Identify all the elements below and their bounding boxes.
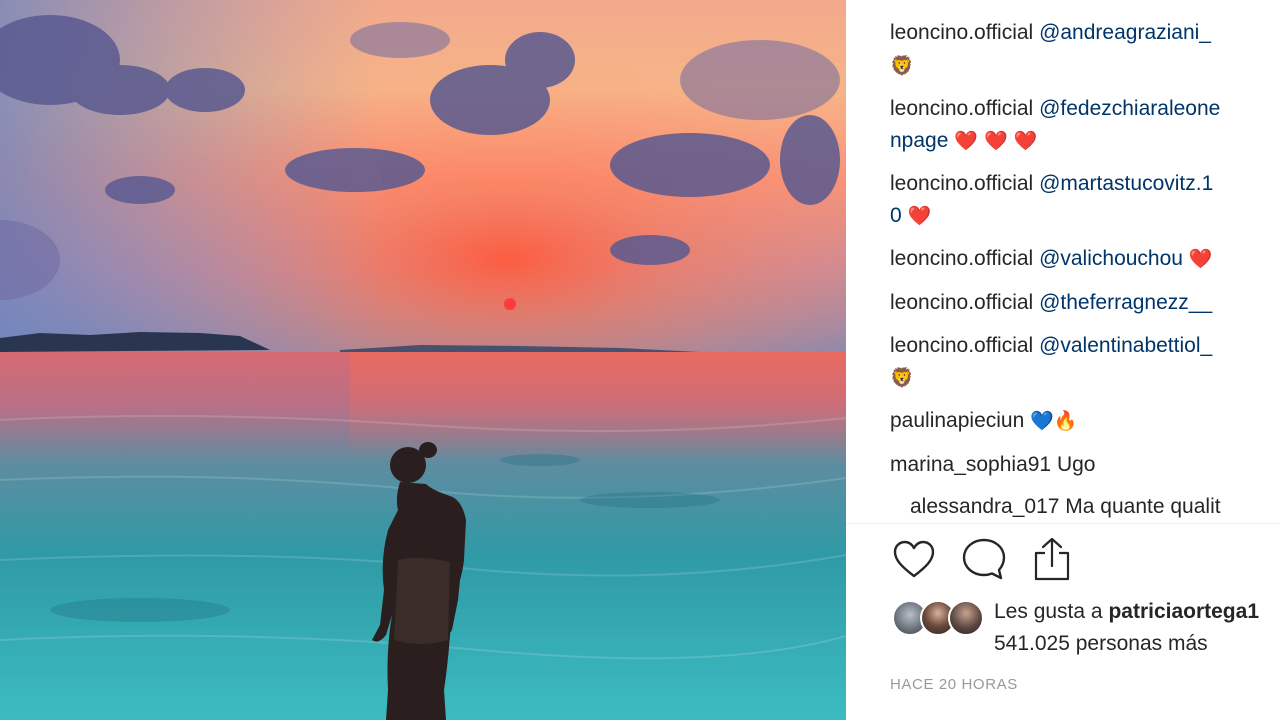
likes-prefix: Les gusta a: [994, 600, 1103, 623]
comment: paulinapieciun 💙🔥: [890, 405, 1077, 437]
heart-icon: [893, 540, 935, 578]
heart-emoji-icon: ❤️: [1188, 248, 1213, 270]
sunset-photo-image: [0, 0, 846, 720]
comment: leoncino.official @valichouchou ❤️: [890, 243, 1212, 275]
likes-text: Les gusta a patriciaortega1: [994, 598, 1259, 626]
likes-count[interactable]: 541.025 personas más: [994, 630, 1208, 658]
section-divider: [846, 523, 1280, 524]
comment-mention-continuation[interactable]: npage: [890, 129, 948, 152]
comment: leoncino.official @theferragnezz__: [890, 287, 1212, 319]
comment-username[interactable]: paulinapieciun: [890, 409, 1024, 432]
comment-username[interactable]: leoncino.official: [890, 291, 1033, 314]
comment-username[interactable]: leoncino.official: [890, 97, 1033, 120]
comments-panel: leoncino.official @andreagraziani_ 🦁 leo…: [846, 0, 1280, 720]
comment: leoncino.official @andreagraziani_: [890, 17, 1211, 49]
comment: alessandra_017 Ma quante qualit: [910, 491, 1221, 523]
post-timestamp[interactable]: HACE 20 HORAS: [890, 676, 1018, 693]
comment-continuation: 🦁: [890, 362, 914, 394]
comment-username[interactable]: leoncino.official: [890, 172, 1033, 195]
post-actions: [890, 535, 1270, 585]
comment-continuation: 🦁: [890, 50, 914, 82]
comment: leoncino.official @valentinabettiol_: [890, 330, 1212, 362]
lion-emoji-icon: 🦁: [890, 55, 914, 77]
comment-mention-continuation[interactable]: 0: [890, 204, 902, 227]
comment: leoncino.official @martastucovitz.1: [890, 168, 1213, 200]
comment-button[interactable]: [960, 535, 1008, 583]
comment-text: Ugo: [1056, 453, 1096, 476]
blue-heart-fire-emoji-icon: 💙🔥: [1030, 410, 1078, 432]
comment-mention[interactable]: @martastucovitz.1: [1039, 172, 1213, 195]
comment-continuation: npage ❤️ ❤️ ❤️: [890, 125, 1037, 157]
comment-continuation: 0 ❤️: [890, 200, 931, 232]
heart-emoji-icon: ❤️ ❤️ ❤️: [954, 130, 1038, 152]
comment-mention[interactable]: @valichouchou: [1039, 247, 1183, 270]
like-button[interactable]: [890, 535, 938, 583]
lion-emoji-icon: 🦁: [890, 367, 914, 389]
post-photo[interactable]: [0, 0, 846, 720]
comment-mention[interactable]: @theferragnezz__: [1039, 291, 1212, 314]
comment: leoncino.official @fedezchiaraleone: [890, 93, 1220, 125]
liker-username[interactable]: patriciaortega1: [1108, 600, 1259, 623]
share-icon: [1034, 537, 1070, 581]
comment-username[interactable]: alessandra_017: [910, 495, 1059, 518]
comment-username[interactable]: leoncino.official: [890, 334, 1033, 357]
liker-avatars: [892, 600, 988, 636]
avatar[interactable]: [948, 600, 984, 636]
comment-mention[interactable]: @andreagraziani_: [1039, 21, 1211, 44]
post-view: leoncino.official @andreagraziani_ 🦁 leo…: [0, 0, 1280, 720]
comment: marina_sophia91 Ugo: [890, 449, 1095, 481]
comments-list[interactable]: leoncino.official @andreagraziani_ 🦁 leo…: [890, 0, 1280, 525]
share-button[interactable]: [1028, 535, 1076, 583]
comment-mention[interactable]: @valentinabettiol_: [1039, 334, 1212, 357]
comment-username[interactable]: marina_sophia91: [890, 453, 1051, 476]
comment-username[interactable]: leoncino.official: [890, 247, 1033, 270]
comment-username[interactable]: leoncino.official: [890, 21, 1033, 44]
comment-mention[interactable]: @fedezchiaraleone: [1039, 97, 1220, 120]
comment-icon: [962, 538, 1006, 580]
comment-text: Ma quante qualit: [1065, 495, 1221, 518]
likes-summary: Les gusta a patriciaortega1 541.025 pers…: [890, 598, 1280, 662]
heart-emoji-icon: ❤️: [907, 205, 932, 227]
